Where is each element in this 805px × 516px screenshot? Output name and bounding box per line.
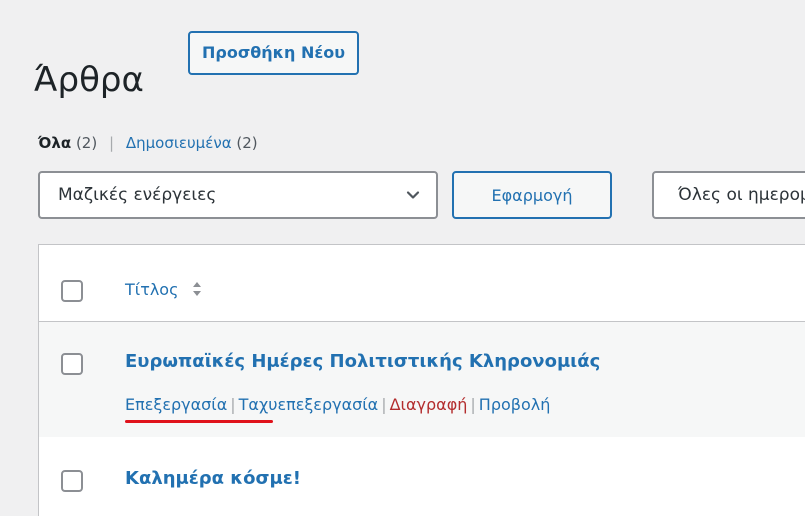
apply-button[interactable]: Εφαρμογή — [452, 171, 612, 219]
row-actions: Επεξεργασία | Ταχυεπεξεργασία | Διαγραφή | Προ… — [125, 395, 550, 414]
post-title-link[interactable]: Ευρωπαϊκές Ημέρες Πολιτιστικής Κληρονομι… — [125, 351, 600, 372]
dates-filter-value: Όλες οι ημερομηνίες — [678, 185, 805, 205]
add-new-post-button[interactable]: Προσθήκη Νέου — [188, 31, 360, 75]
chevron-down-icon — [406, 191, 420, 199]
row-checkbox[interactable] — [61, 353, 83, 375]
row-actions-separator: | — [230, 395, 236, 414]
view-published-link[interactable]: Δημοσιευμένα — [126, 134, 232, 152]
title-column-label: Τίτλος — [125, 280, 179, 299]
annotation-underline — [125, 420, 273, 423]
view-all-label[interactable]: Όλα — [38, 134, 71, 152]
posts-screen: Άρθρα Προσθήκη Νέου Όλα (2) | Δημοσιευμέ… — [0, 0, 805, 516]
post-status-views: Όλα (2) | Δημοσιευμένα (2) — [38, 134, 258, 152]
quick-edit-link[interactable]: Ταχυεπεξεργασία — [239, 395, 379, 414]
page-title: Άρθρα — [34, 59, 144, 100]
row-actions-separator: | — [470, 395, 476, 414]
edit-link[interactable]: Επεξεργασία — [125, 395, 227, 414]
row-actions-separator: | — [381, 395, 387, 414]
view-link[interactable]: Προβολή — [479, 395, 551, 414]
title-column-header[interactable]: Τίτλος — [125, 280, 202, 299]
row-checkbox[interactable] — [61, 470, 83, 492]
posts-table: Τίτλος Ευρωπαϊκές Ημέρες Πολιτιστικής Κλ… — [38, 244, 805, 516]
views-separator: | — [108, 134, 115, 152]
post-title-link[interactable]: Καλημέρα κόσμε! — [125, 468, 301, 489]
dates-filter-select[interactable]: Όλες οι ημερομηνίες — [652, 171, 805, 219]
table-row: Καλημέρα κόσμε! — [39, 438, 805, 516]
view-published-label: Δημοσιευμένα — [125, 134, 232, 152]
view-published-count: (2) — [236, 134, 258, 152]
view-all-count: (2) — [75, 134, 98, 152]
table-header: Τίτλος — [39, 245, 805, 322]
select-all-checkbox[interactable] — [61, 280, 83, 302]
bulk-actions-select[interactable]: Μαζικές ενέργειες — [38, 171, 438, 219]
sort-icon — [192, 282, 201, 296]
table-row: Ευρωπαϊκές Ημέρες Πολιτιστικής Κληρονομι… — [39, 322, 805, 437]
delete-link[interactable]: Διαγραφή — [390, 395, 468, 414]
bulk-actions-value: Μαζικές ενέργειες — [58, 185, 217, 205]
